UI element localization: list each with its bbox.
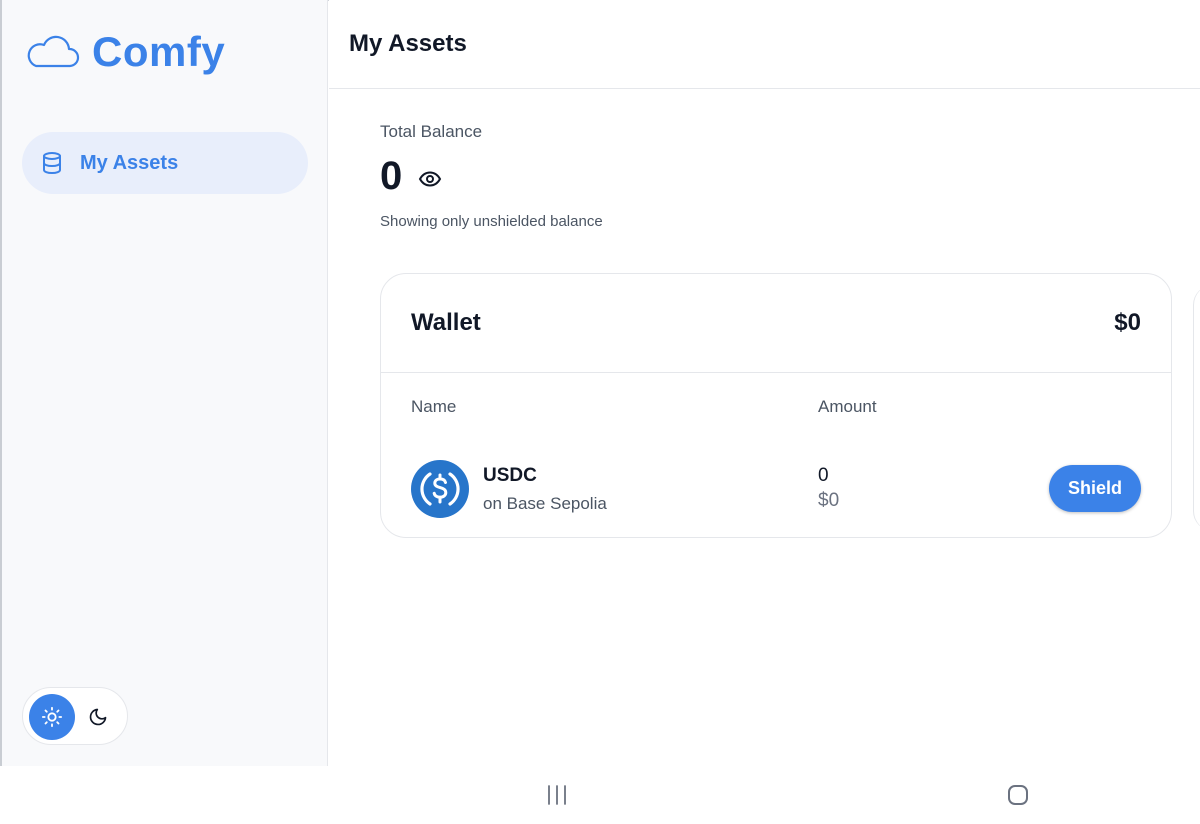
- sidebar-item-label: My Assets: [80, 151, 179, 174]
- database-icon: [43, 152, 61, 175]
- app-frame: Comfy My Assets My Assets Total Balance …: [0, 0, 1200, 824]
- moon-icon: [89, 708, 107, 726]
- wallet-card: Wallet $0 Name Amount USDC on Base Sepol…: [380, 273, 1172, 538]
- light-mode-button[interactable]: [29, 694, 75, 740]
- total-balance-label: Total Balance: [380, 122, 483, 141]
- column-header-name: Name: [411, 397, 457, 416]
- home-icon: [1008, 785, 1028, 805]
- page-title: My Assets: [349, 30, 467, 57]
- shield-button[interactable]: Shield: [1049, 465, 1141, 512]
- brand-name: Comfy: [92, 28, 226, 75]
- system-navigation-bar: [0, 766, 1200, 824]
- column-header-amount: Amount: [818, 397, 877, 416]
- dark-mode-button[interactable]: [75, 694, 121, 740]
- recents-button[interactable]: [545, 783, 569, 807]
- brand[interactable]: Comfy: [24, 28, 225, 76]
- sidebar-item-my-assets[interactable]: My Assets: [22, 132, 308, 194]
- asset-amount: 0: [818, 465, 829, 486]
- wallet-title: Wallet: [411, 309, 481, 336]
- asset-usd-value: $0: [818, 490, 840, 511]
- asset-network: on Base Sepolia: [483, 494, 607, 513]
- toggle-balance-visibility-button[interactable]: [418, 167, 442, 191]
- eye-icon: [418, 171, 442, 187]
- home-button[interactable]: [1006, 783, 1030, 807]
- cloud-icon: [27, 35, 80, 68]
- wallet-total: $0: [1114, 309, 1141, 336]
- usdc-icon: [411, 460, 469, 518]
- main-content: My Assets Total Balance 0 Showing only u…: [329, 0, 1200, 766]
- sun-icon: [41, 706, 63, 728]
- theme-toggle: [22, 687, 128, 745]
- wallet-card-header: Wallet $0: [381, 274, 1171, 373]
- sidebar: Comfy My Assets: [2, 0, 328, 766]
- total-balance-value: 0: [380, 154, 403, 198]
- table-row: USDC on Base Sepolia 0 $0 Shield: [381, 450, 1171, 520]
- page-header: My Assets: [329, 0, 1200, 89]
- next-card-edge: [1193, 285, 1200, 531]
- asset-symbol: USDC: [483, 465, 537, 486]
- balance-note: Showing only unshielded balance: [380, 213, 603, 230]
- recents-icon: [548, 785, 566, 805]
